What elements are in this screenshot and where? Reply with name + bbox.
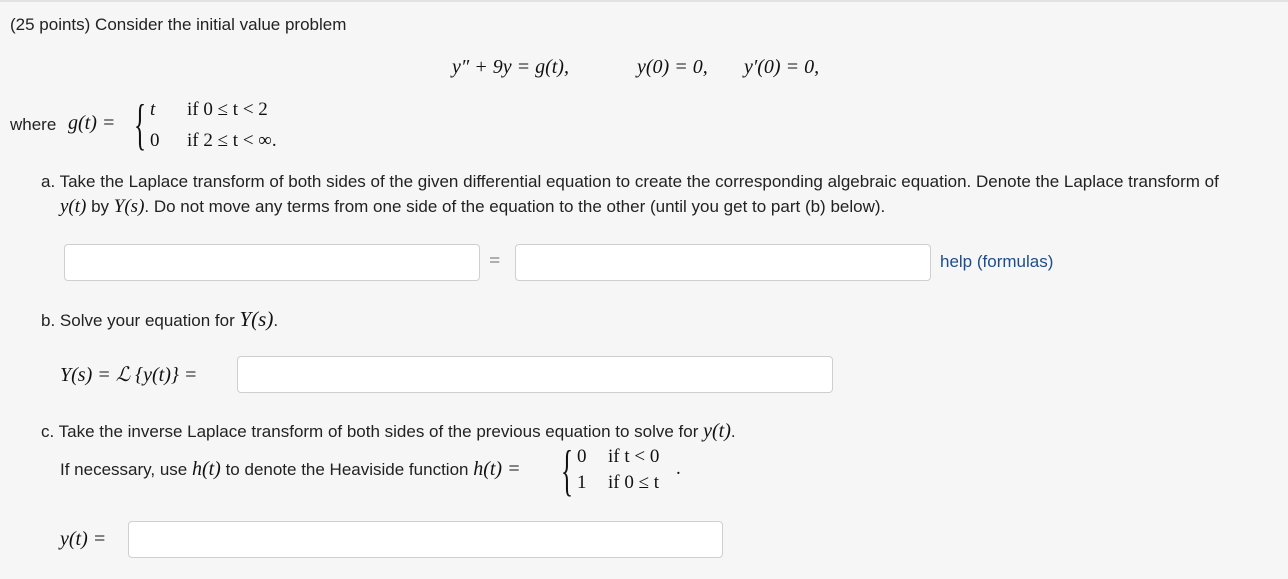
help-formulas-link[interactable]: help (formulas): [940, 252, 1053, 272]
part-c-post: .: [730, 422, 736, 441]
h-case2-condition: if 0 ≤ t: [608, 472, 660, 493]
part-b-post: .: [273, 311, 279, 330]
equals-sign: =: [489, 250, 501, 272]
heaviside-mid: to denote the Heaviside function: [220, 460, 474, 479]
part-a-rest: . Do not move any terms from one side of…: [144, 197, 886, 216]
top-divider: [0, 0, 1288, 2]
part-b-prompt: b. Solve your equation for Y(s).: [41, 307, 278, 332]
part-b-pre: b. Solve your equation for: [41, 311, 240, 330]
part-c-lhs: y(t) =: [60, 528, 107, 550]
heaviside-h: h(t): [191, 458, 221, 480]
part-b-Y: Y(s): [239, 307, 274, 331]
part-a-prompt-line2: y(t) by Y(s). Do not move any terms from…: [60, 196, 885, 218]
where-label: where: [10, 115, 57, 134]
part-b-lhs: Y(s) = ℒ {y(t)} =: [60, 364, 198, 386]
heaviside-note: If necessary, use h(t) to denote the Hea…: [60, 458, 521, 481]
g-lhs: g(t) =: [68, 112, 116, 134]
Y-s-input[interactable]: [237, 356, 833, 393]
heaviside-lhs: h(t) =: [473, 458, 521, 480]
g-case2-value: 0: [150, 130, 160, 151]
laplace-left-input[interactable]: [64, 244, 480, 281]
initial-condition-2: y′(0) = 0,: [744, 56, 820, 78]
g-case1-value: t: [150, 99, 156, 120]
part-c-prompt: c. Take the inverse Laplace transform of…: [41, 420, 736, 443]
problem-intro: (25 points) Consider the initial value p…: [10, 15, 347, 34]
initial-condition-1: y(0) = 0,: [637, 56, 708, 78]
ivp-equation: y″ + 9y = g(t),: [452, 56, 569, 79]
h-case1-condition: if t < 0: [608, 446, 660, 467]
part-c-pre: c. Take the inverse Laplace transform of…: [41, 422, 704, 441]
heaviside-pre: If necessary, use: [60, 460, 192, 479]
g-case2-condition: if 2 ≤ t < ∞.: [187, 130, 277, 151]
part-a-by: by: [86, 197, 114, 216]
h-case2-value: 1: [577, 472, 587, 493]
g-case1-condition: if 0 ≤ t < 2: [187, 99, 268, 120]
ode-rest: + 9y = g(t),: [469, 56, 569, 78]
y-t-input[interactable]: [128, 521, 723, 558]
part-c-y: y(t): [703, 420, 731, 442]
part-a-y: y(t): [60, 196, 87, 217]
laplace-right-input[interactable]: [515, 244, 931, 281]
h-case1-value: 0: [577, 446, 587, 467]
h-trailing-dot: .: [676, 458, 681, 479]
part-a-prompt: a. Take the Laplace transform of both si…: [41, 172, 1219, 191]
part-a-Y: Y(s): [113, 196, 145, 217]
ode-y2: y″: [452, 56, 470, 78]
